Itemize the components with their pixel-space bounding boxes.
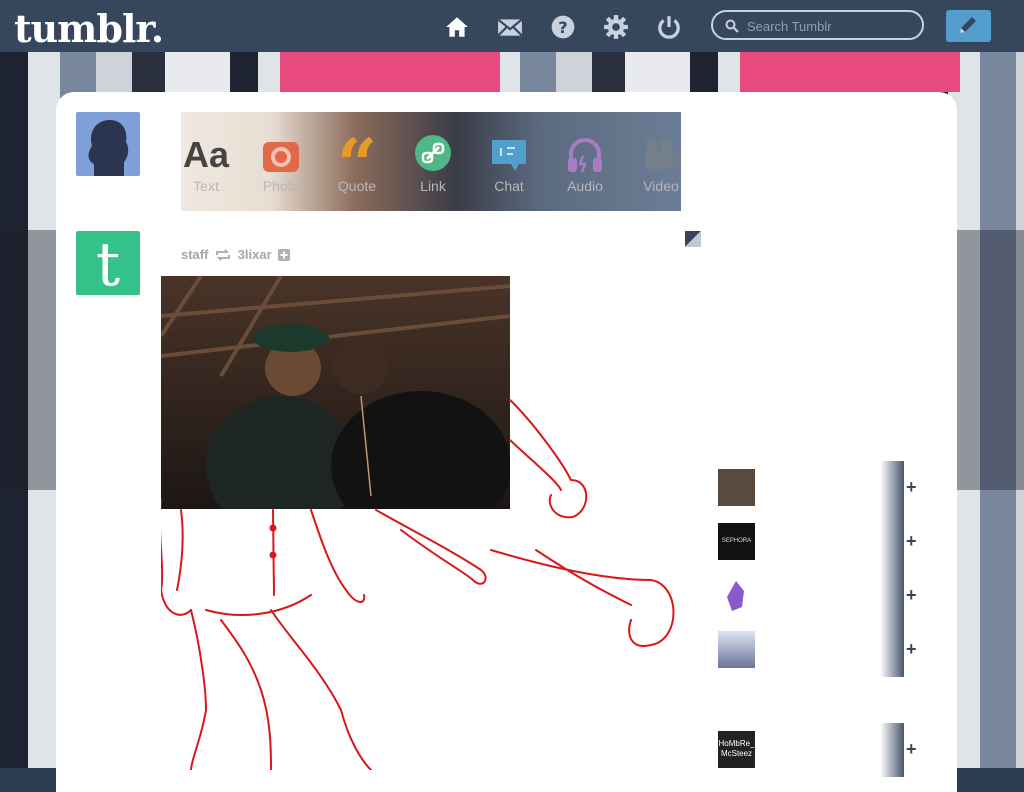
post-author-link[interactable]: staff (181, 247, 208, 262)
recommended-blog-avatar[interactable] (718, 631, 755, 668)
follow-button[interactable]: + (906, 531, 917, 551)
help-icon[interactable]: ? (550, 14, 576, 40)
recommended-blog-avatar[interactable]: HoMbRe_McSteez (718, 731, 755, 768)
power-icon[interactable] (656, 14, 682, 40)
recommended-blog[interactable]: + (718, 569, 918, 623)
post-type-label: Video (643, 178, 679, 194)
default-avatar-silhouette (88, 120, 129, 176)
pencil-icon (960, 17, 976, 33)
link-icon (415, 135, 451, 171)
post-type-quote[interactable]: “ Quote (327, 134, 387, 194)
post-type-bar: Aa Text Photo “ Quote Link Chat Audio Vi… (181, 112, 681, 211)
post-type-video[interactable]: Video (631, 134, 681, 194)
post-type-audio[interactable]: Audio (555, 134, 615, 194)
user-avatar[interactable] (76, 112, 140, 176)
post-type-photo[interactable]: Photo (251, 134, 311, 194)
tumblr-logo[interactable]: tumblr. (14, 6, 164, 51)
post-corner-fold[interactable] (685, 231, 701, 247)
mail-icon[interactable] (497, 14, 523, 40)
post-type-text[interactable]: Aa Text (181, 134, 236, 194)
post-author-avatar[interactable]: t (76, 230, 140, 300)
background-photo-strip (740, 52, 960, 92)
purple-crystal-image (727, 581, 744, 611)
home-icon[interactable] (444, 14, 470, 40)
recommended-blog-fade (880, 515, 904, 569)
recommended-blog-fade (880, 569, 904, 623)
text-glyph: Aa (182, 134, 230, 175)
video-icon (645, 139, 679, 169)
chat-icon (492, 140, 526, 171)
background-photo-tile (957, 230, 1024, 490)
search-field[interactable] (711, 10, 924, 40)
post-type-link[interactable]: Link (403, 134, 463, 194)
post-type-label: Quote (337, 178, 377, 194)
reblogged-from-link[interactable]: 3lixar (238, 247, 272, 262)
red-line-drawing (161, 399, 675, 770)
post-type-chat[interactable]: Chat (479, 134, 539, 194)
reblog-icon (216, 248, 230, 261)
recommended-blog-avatar[interactable] (718, 469, 755, 506)
headphones-icon (568, 138, 602, 173)
follow-button[interactable]: + (906, 477, 917, 497)
recommended-blog[interactable]: HoMbRe_McSteez + (718, 723, 918, 777)
search-icon (725, 19, 739, 33)
tumblr-t-logo: t (96, 230, 120, 300)
follow-button[interactable]: + (906, 639, 917, 659)
svg-text:t: t (96, 231, 120, 295)
post-type-label: Link (420, 178, 446, 194)
quote-glyph: “ (336, 134, 378, 176)
background-photo-strip (280, 52, 500, 92)
post-type-label: Text (193, 178, 219, 194)
recommended-blog-avatar[interactable] (718, 577, 755, 614)
recommended-blog[interactable]: + (718, 623, 918, 677)
camera-icon (263, 142, 299, 172)
reblog-header: staff 3lixar (181, 246, 291, 262)
background-photo-tile (0, 230, 56, 490)
follow-button[interactable]: + (906, 739, 917, 759)
recommended-blog-avatar[interactable]: SEPHORA (718, 523, 755, 560)
recommended-blog-fade (880, 461, 904, 515)
post-type-label: Audio (567, 178, 603, 194)
svg-text:?: ? (558, 18, 567, 37)
recommended-blog[interactable]: + (718, 461, 918, 515)
post-type-label: Photo (262, 178, 300, 194)
post-type-label: Chat (494, 178, 524, 194)
search-input[interactable] (745, 16, 919, 36)
top-navigation-bar: tumblr. ? (0, 0, 1024, 52)
recommended-blog[interactable]: SEPHORA + (718, 515, 918, 569)
recommended-blog-fade (880, 723, 904, 777)
gear-icon[interactable] (603, 14, 629, 40)
plus-icon[interactable] (278, 248, 291, 261)
recommended-blog-fade (880, 623, 904, 677)
follow-button[interactable]: + (906, 585, 917, 605)
compose-button[interactable] (946, 10, 991, 42)
